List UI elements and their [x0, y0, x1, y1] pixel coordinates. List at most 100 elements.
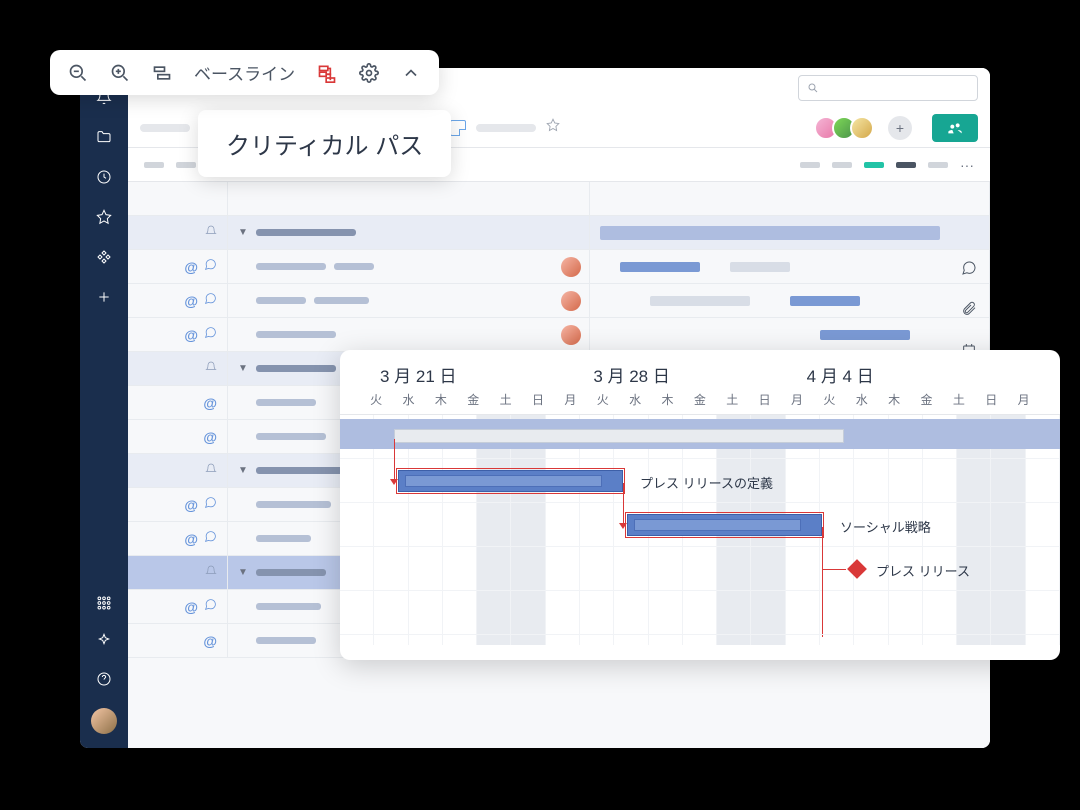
skeleton — [256, 569, 326, 576]
apps-icon[interactable] — [95, 594, 113, 612]
attachment-icon[interactable] — [961, 301, 977, 322]
gantt-summary-bar[interactable] — [340, 419, 1060, 449]
reminder-icon[interactable] — [205, 564, 217, 582]
mention-icon[interactable]: @ — [184, 293, 198, 309]
date-major: 3 月 21 日 — [380, 362, 593, 387]
gantt-bar[interactable] — [790, 296, 860, 306]
skeleton — [256, 433, 326, 440]
share-button[interactable] — [932, 114, 978, 142]
mention-icon[interactable]: @ — [184, 497, 198, 513]
skeleton — [140, 124, 190, 132]
gantt-bar[interactable] — [620, 262, 700, 272]
gantt-summary-bar[interactable] — [600, 226, 940, 240]
task-label: プレス リリース — [876, 561, 970, 580]
task-row[interactable]: @ — [128, 250, 990, 284]
assignee-avatar[interactable] — [561, 257, 581, 277]
day-label: 月 — [1008, 391, 1040, 408]
comment-icon[interactable] — [204, 326, 217, 344]
baseline-icon[interactable] — [152, 63, 172, 83]
recent-icon[interactable] — [95, 168, 113, 186]
zoom-in-button[interactable] — [110, 63, 130, 83]
comment-icon[interactable] — [204, 530, 217, 548]
day-label: 木 — [651, 391, 683, 408]
settings-button[interactable] — [359, 63, 379, 83]
tab[interactable] — [896, 162, 916, 168]
tab[interactable] — [144, 162, 164, 168]
chevron-down-icon[interactable]: ▼ — [238, 567, 248, 578]
chevron-down-icon[interactable]: ▼ — [238, 465, 248, 476]
day-label: 火 — [813, 391, 845, 408]
gantt-task-bar[interactable] — [398, 470, 623, 492]
skeleton — [256, 229, 356, 236]
mention-icon[interactable]: @ — [184, 327, 198, 343]
day-label: 木 — [425, 391, 457, 408]
tab-active[interactable] — [864, 162, 884, 168]
folder-icon[interactable] — [95, 128, 113, 146]
mention-icon[interactable]: @ — [184, 259, 198, 275]
skeleton — [256, 331, 336, 338]
tab[interactable] — [800, 162, 820, 168]
day-label: 金 — [910, 391, 942, 408]
comments-panel-icon[interactable] — [961, 260, 977, 281]
add-member-button[interactable]: + — [888, 116, 912, 140]
skeleton — [256, 467, 346, 474]
tab[interactable] — [928, 162, 948, 168]
gantt-bar[interactable] — [650, 296, 750, 306]
reminder-icon[interactable] — [205, 462, 217, 480]
gantt-bar[interactable] — [820, 330, 910, 340]
reminder-icon[interactable] — [205, 360, 217, 378]
gantt-bar[interactable] — [730, 262, 790, 272]
reminder-icon[interactable] — [205, 224, 217, 242]
tab[interactable] — [176, 162, 196, 168]
zoom-out-button[interactable] — [68, 63, 88, 83]
group-row[interactable]: ▼ — [128, 216, 990, 250]
comment-icon[interactable] — [204, 496, 217, 514]
mention-icon[interactable]: @ — [184, 599, 198, 615]
assignee-avatar[interactable] — [561, 325, 581, 345]
skeleton — [256, 603, 321, 610]
tab[interactable] — [832, 162, 852, 168]
task-row[interactable]: @ — [128, 284, 990, 318]
comment-icon[interactable] — [204, 258, 217, 276]
more-icon[interactable]: ··· — [960, 157, 974, 173]
search-input[interactable] — [798, 75, 978, 101]
collapse-button[interactable] — [401, 63, 421, 83]
assignee-avatar[interactable] — [561, 291, 581, 311]
date-major: 4 月 4 日 — [807, 362, 1020, 387]
chevron-down-icon[interactable]: ▼ — [238, 227, 248, 238]
comment-icon[interactable] — [204, 292, 217, 310]
dependency-link — [822, 569, 846, 570]
dependency-link — [394, 439, 395, 481]
star-icon[interactable] — [546, 118, 560, 137]
note-icon[interactable] — [450, 120, 466, 136]
user-avatar[interactable] — [91, 708, 117, 734]
gantt-toolbar: ベースライン — [50, 50, 439, 95]
mention-icon[interactable]: @ — [203, 395, 217, 411]
critical-path-tooltip: クリティカル パス — [198, 110, 451, 177]
mention-icon[interactable]: @ — [203, 633, 217, 649]
gantt-task-bar[interactable] — [627, 514, 822, 536]
add-icon[interactable] — [95, 288, 113, 306]
task-row[interactable]: @ — [128, 318, 990, 352]
gantt-milestone[interactable] — [847, 559, 867, 579]
task-label: プレス リリースの定義 — [640, 473, 773, 492]
column-header-row — [128, 182, 990, 216]
avatar[interactable] — [850, 116, 874, 140]
chevron-down-icon[interactable]: ▼ — [238, 363, 248, 374]
skeleton — [256, 637, 316, 644]
avatar-group — [820, 116, 874, 140]
skeleton — [256, 501, 331, 508]
dependency-arrow — [619, 523, 627, 529]
gantt-baseline-bar — [394, 429, 844, 443]
comment-icon[interactable] — [204, 598, 217, 616]
sidebar-left: 3 — [80, 68, 128, 748]
ai-icon[interactable] — [95, 632, 113, 650]
help-icon[interactable] — [95, 670, 113, 688]
critical-path-button[interactable] — [317, 63, 337, 83]
baseline-label: ベースライン — [194, 60, 295, 85]
favorites-icon[interactable] — [95, 208, 113, 226]
mention-icon[interactable]: @ — [203, 429, 217, 445]
workspace-icon[interactable] — [95, 248, 113, 266]
mention-icon[interactable]: @ — [184, 531, 198, 547]
day-label: 日 — [749, 391, 781, 408]
